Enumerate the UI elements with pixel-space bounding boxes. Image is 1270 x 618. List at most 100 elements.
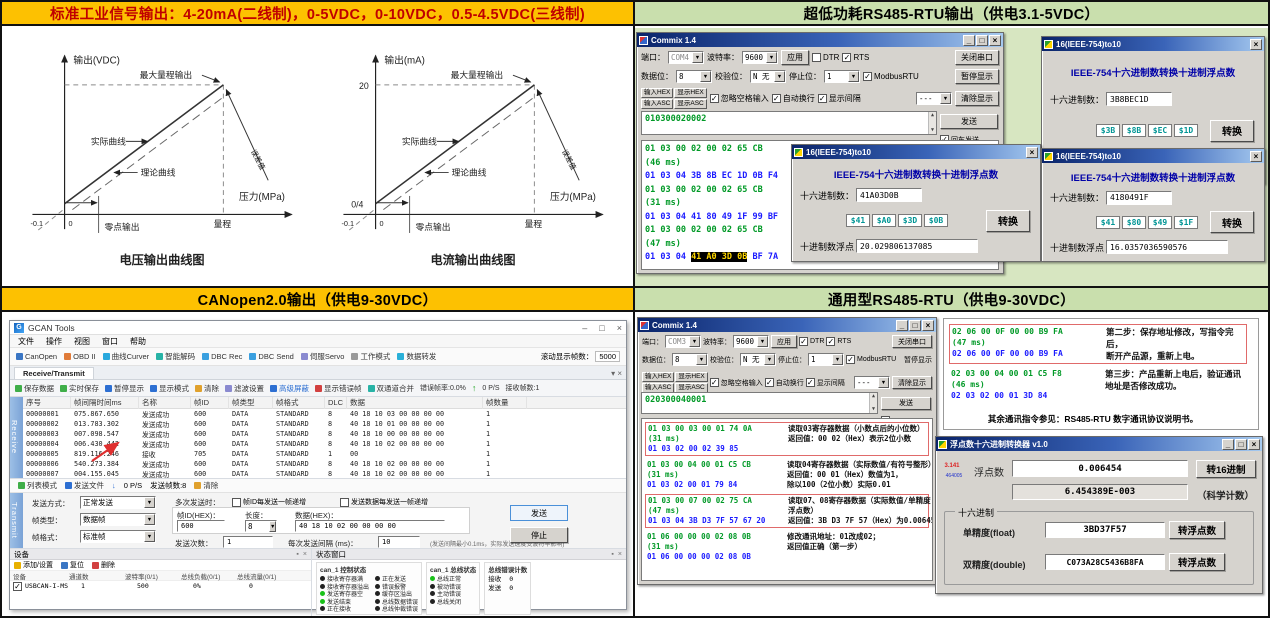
hex-input[interactable]: 41A03D0B <box>856 188 922 202</box>
clear-display-button[interactable]: 清除显示 <box>892 376 932 389</box>
double-precision-input[interactable]: C073A28C5436B8FA <box>1045 554 1165 570</box>
decimal-output[interactable]: 16.0357036590576 <box>1106 240 1228 254</box>
chevron-down-icon[interactable]: ▼ <box>144 497 155 508</box>
toolbar-item[interactable]: 显示错误帧 <box>315 383 362 394</box>
toolbar-item[interactable]: 清除 <box>195 383 219 394</box>
input-hex-tab[interactable]: 输入HEX <box>641 88 673 98</box>
show-gap-checkbox[interactable]: 显示间隔 <box>806 378 845 388</box>
chevron-down-icon[interactable]: ▼ <box>848 71 859 82</box>
toolbar-item[interactable]: 数据转发 <box>397 351 436 362</box>
dtr-checkbox[interactable]: DTR <box>812 53 839 62</box>
ignore-space-checkbox[interactable]: 忽略空格输入 <box>710 93 769 104</box>
close-icon[interactable]: × <box>1026 147 1038 158</box>
minimize-icon[interactable]: – <box>582 323 587 333</box>
menu-item[interactable]: 窗口 <box>102 336 118 347</box>
scroll-frame-count-value[interactable]: 5000 <box>595 351 620 362</box>
device-action-button[interactable]: 删除 <box>92 560 115 570</box>
send-input[interactable]: 020300040001 ▲▼ <box>641 392 878 414</box>
close-icon[interactable]: × <box>617 323 622 333</box>
maximize-icon[interactable]: □ <box>599 323 604 333</box>
chevron-down-icon[interactable]: ▼ <box>766 52 777 63</box>
toolbar-item[interactable]: 显示模式 <box>150 383 189 394</box>
scrollbar[interactable]: ▲▼ <box>928 112 936 134</box>
device-action-button[interactable]: 添加/设置 <box>14 560 53 570</box>
toolbar-item[interactable]: 伺服Servo <box>301 351 345 362</box>
convert-button[interactable]: 转换 <box>1210 211 1254 233</box>
tab-strip-controls[interactable]: ▾ × <box>611 369 622 379</box>
minimize-icon[interactable]: _ <box>963 35 975 46</box>
baud-select[interactable]: 9600▼ <box>742 51 778 64</box>
hex-input[interactable]: 4180491F <box>1106 191 1172 205</box>
apply-button[interactable]: 应用 <box>781 50 809 65</box>
minimize-icon[interactable]: _ <box>1222 439 1234 450</box>
chevron-down-icon[interactable]: ▼ <box>774 71 785 82</box>
toolbar-item[interactable]: DBC Send <box>249 352 293 361</box>
toolbar-item[interactable]: 工作模式 <box>351 351 390 362</box>
ieee-titlebar[interactable]: 16(IEEE-754)to10× <box>792 145 1040 159</box>
rts-checkbox[interactable]: RTS <box>842 53 869 62</box>
modbus-checkbox[interactable]: ModbusRTU <box>863 72 919 81</box>
convert-button[interactable]: 转换 <box>986 210 1030 232</box>
toolbar-item[interactable]: 滤波设置 <box>225 383 264 394</box>
table-row[interactable]: 00000007004.155.045发送成功600DATASTANDARD84… <box>23 469 626 479</box>
show-hex-tab[interactable]: 显示HEX <box>675 372 707 382</box>
apply-button[interactable]: 应用 <box>771 335 797 348</box>
device-checkbox[interactable] <box>13 582 22 591</box>
chevron-down-icon[interactable]: ▼ <box>700 71 711 82</box>
input-hex-tab[interactable]: 输入HEX <box>642 372 674 382</box>
pin-icon[interactable]: ▪ <box>296 551 298 558</box>
chevron-down-icon[interactable]: ▼ <box>692 52 703 63</box>
send-input[interactable]: 010300020002 ▲▼ <box>641 111 937 135</box>
gcan-titlebar[interactable]: G GCAN Tools –□× <box>10 321 626 335</box>
more-options-select[interactable]: ---▼ <box>854 376 890 389</box>
device-action-button[interactable]: 复位 <box>61 560 84 570</box>
port-select[interactable]: COM3▼ <box>665 335 701 348</box>
close-icon[interactable]: × <box>1248 439 1260 450</box>
menu-item[interactable]: 帮助 <box>130 336 146 347</box>
chevron-down-icon[interactable]: ▼ <box>144 531 155 542</box>
toolbar-item[interactable]: OBD II <box>64 352 96 361</box>
more-options-select[interactable]: ---▼ <box>916 92 952 105</box>
send-file-button[interactable]: 发送文件 <box>65 480 104 491</box>
chevron-down-icon[interactable]: ▼ <box>764 354 775 365</box>
send-button[interactable]: 发送 <box>881 397 931 410</box>
input-asc-tab[interactable]: 输入ASC <box>641 99 673 109</box>
close-icon[interactable]: × <box>303 551 307 558</box>
toolbar-item[interactable]: DBC Rec <box>202 352 242 361</box>
transmit-stop-button[interactable]: 停止 <box>510 527 568 543</box>
toolbar-item[interactable]: 曲线Curver <box>103 351 150 362</box>
close-icon[interactable]: × <box>1250 39 1262 50</box>
float-converter-titlebar[interactable]: 浮点数十六进制转换器 v1.0 _□× <box>936 437 1262 451</box>
minimize-icon[interactable]: _ <box>896 320 908 331</box>
close-icon[interactable]: × <box>618 551 622 558</box>
close-icon[interactable]: × <box>922 320 934 331</box>
tab-receive-transmit[interactable]: Receive/Transmit <box>14 367 94 379</box>
auto-wrap-checkbox[interactable]: 自动换行 <box>765 378 804 388</box>
table-row[interactable]: 00000001075.867.650发送成功600DATASTANDARD84… <box>23 409 626 419</box>
maximize-icon[interactable]: □ <box>1235 439 1247 450</box>
toolbar-item[interactable]: 保存数据 <box>15 383 54 394</box>
dtr-checkbox[interactable]: DTR <box>799 337 824 346</box>
modbus-checkbox[interactable]: ModbusRTU <box>846 355 896 364</box>
scrollbar[interactable]: ▲▼ <box>869 393 877 413</box>
port-select[interactable]: COM4▼ <box>668 51 704 64</box>
chevron-down-icon[interactable]: ▼ <box>689 336 700 347</box>
commix-titlebar[interactable]: Commix 1.4 _□× <box>638 318 936 332</box>
to-hex-button[interactable]: 转16进制 <box>1196 460 1256 478</box>
databits-select[interactable]: 8▼ <box>676 70 712 83</box>
rts-checkbox[interactable]: RTS <box>826 337 851 346</box>
toolbar-item[interactable]: 高级屏蔽 <box>270 383 309 394</box>
toolbar-item[interactable]: 实时保存 <box>60 383 99 394</box>
frame-id-input[interactable]: 600 <box>177 520 225 532</box>
pause-display-button[interactable]: 暂停显示 <box>955 69 999 84</box>
list-mode-button[interactable]: 列表模式 <box>18 480 57 491</box>
close-icon[interactable]: × <box>989 35 1001 46</box>
decimal-output[interactable]: 20.029806137085 <box>856 239 978 253</box>
menu-item[interactable]: 文件 <box>18 336 34 347</box>
id-increment-checkbox[interactable]: 帧ID每发送一帧递增 <box>232 497 306 507</box>
menu-item[interactable]: 视图 <box>74 336 90 347</box>
frame-table[interactable]: Receive 序号帧间隔时间ms名称帧ID帧类型帧格式DLC数据帧数量 000… <box>10 397 626 479</box>
toolbar-item[interactable]: CanOpen <box>16 352 57 361</box>
pause-display-button[interactable]: 暂停显示 <box>904 355 932 365</box>
pin-icon[interactable]: ▪ <box>611 551 613 558</box>
